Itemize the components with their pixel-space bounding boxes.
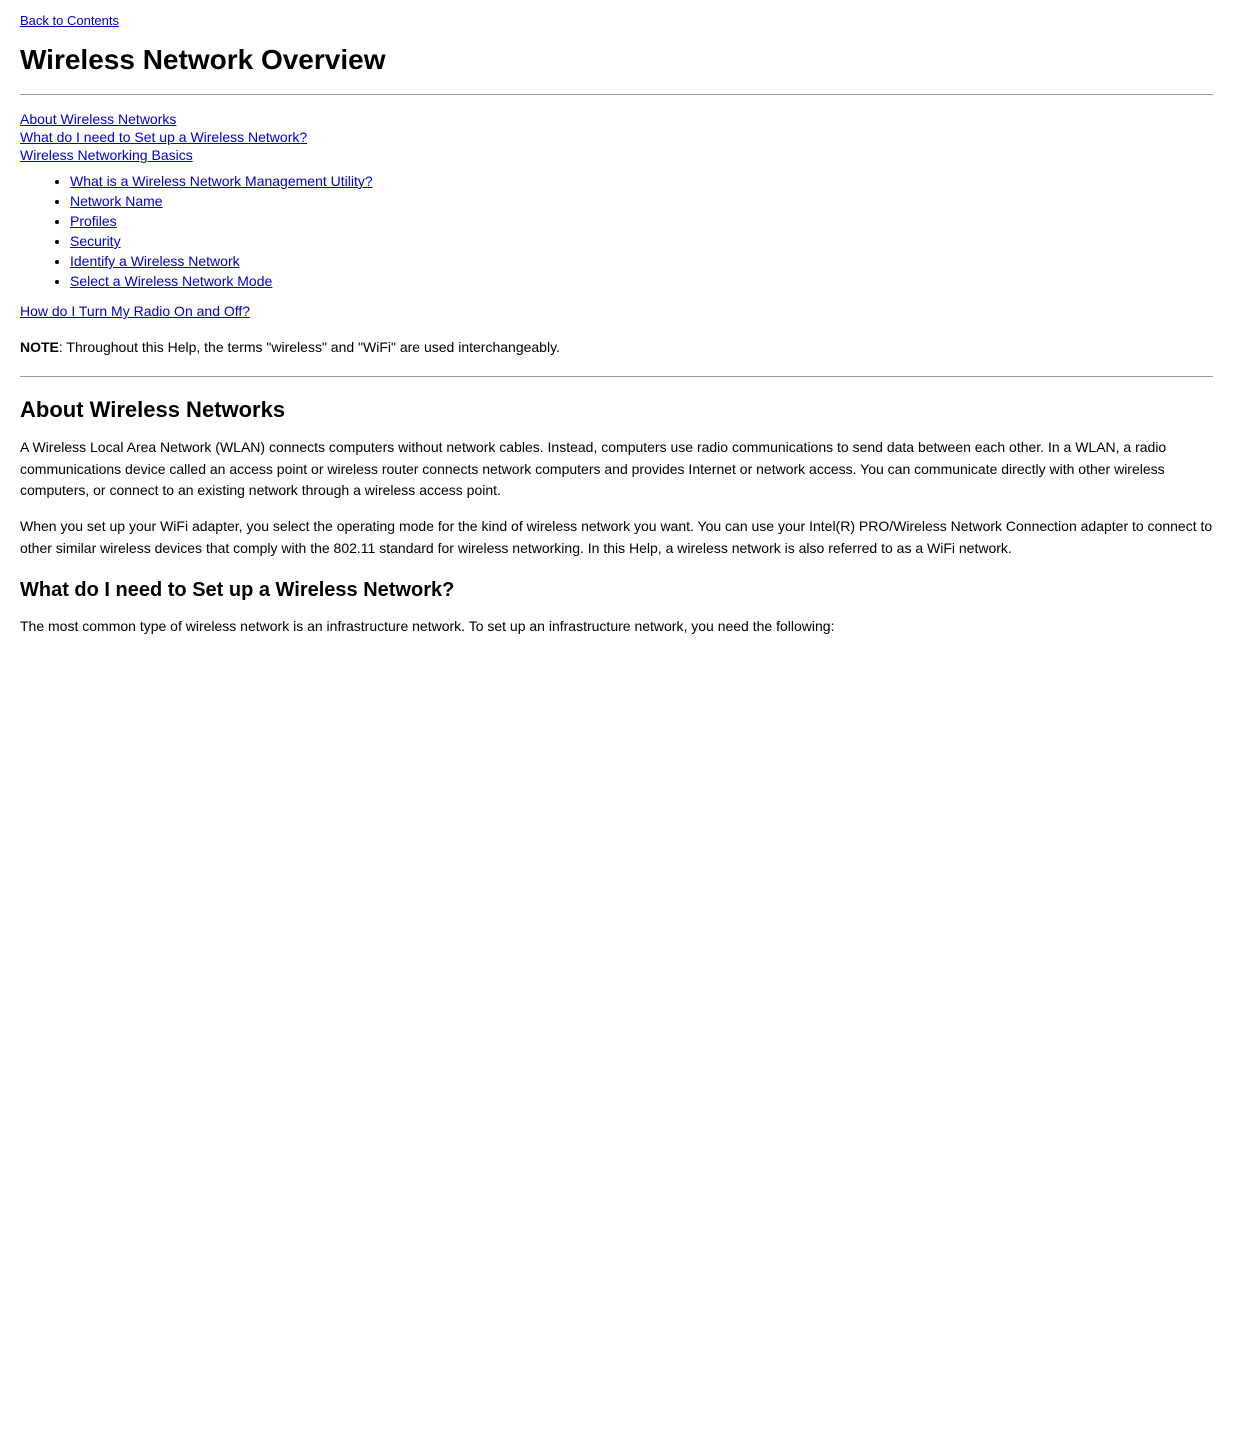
toc-link-select-mode[interactable]: Select a Wireless Network Mode: [70, 273, 272, 289]
setup-paragraph-1: The most common type of wireless network…: [20, 616, 1213, 638]
toc-link-setup[interactable]: What do I need to Set up a Wireless Netw…: [20, 129, 1213, 145]
list-item: Security: [70, 233, 1213, 249]
list-item: Network Name: [70, 193, 1213, 209]
note-block: NOTE: Throughout this Help, the terms "w…: [20, 337, 1213, 358]
toc-link-about[interactable]: About Wireless Networks: [20, 111, 1213, 127]
toc-radio-section: How do I Turn My Radio On and Off?: [20, 303, 1213, 319]
toc-link-networkname[interactable]: Network Name: [70, 193, 163, 209]
note-label: NOTE: [20, 339, 59, 355]
list-item: Identify a Wireless Network: [70, 253, 1213, 269]
toc-link-radio[interactable]: How do I Turn My Radio On and Off?: [20, 303, 250, 319]
middle-divider: [20, 376, 1213, 377]
toc-link-utility[interactable]: What is a Wireless Network Management Ut…: [70, 173, 373, 189]
about-section-title: About Wireless Networks: [20, 397, 1213, 423]
toc-link-basics[interactable]: Wireless Networking Basics: [20, 147, 1213, 163]
list-item: Select a Wireless Network Mode: [70, 273, 1213, 289]
list-item: Profiles: [70, 213, 1213, 229]
about-paragraph-2: When you set up your WiFi adapter, you s…: [20, 516, 1213, 559]
toc-link-security[interactable]: Security: [70, 233, 121, 249]
about-paragraph-1: A Wireless Local Area Network (WLAN) con…: [20, 437, 1213, 502]
toc-sublist: What is a Wireless Network Management Ut…: [20, 173, 1213, 289]
toc-link-profiles[interactable]: Profiles: [70, 213, 117, 229]
list-item: What is a Wireless Network Management Ut…: [70, 173, 1213, 189]
top-divider: [20, 94, 1213, 95]
back-to-contents-link[interactable]: Back to Contents: [20, 13, 119, 28]
toc-top-links: About Wireless Networks What do I need t…: [20, 111, 1213, 163]
note-text: : Throughout this Help, the terms "wirel…: [59, 339, 560, 355]
toc-link-identify[interactable]: Identify a Wireless Network: [70, 253, 240, 269]
page-title: Wireless Network Overview: [20, 44, 1213, 76]
setup-section-title: What do I need to Set up a Wireless Netw…: [20, 579, 1213, 602]
